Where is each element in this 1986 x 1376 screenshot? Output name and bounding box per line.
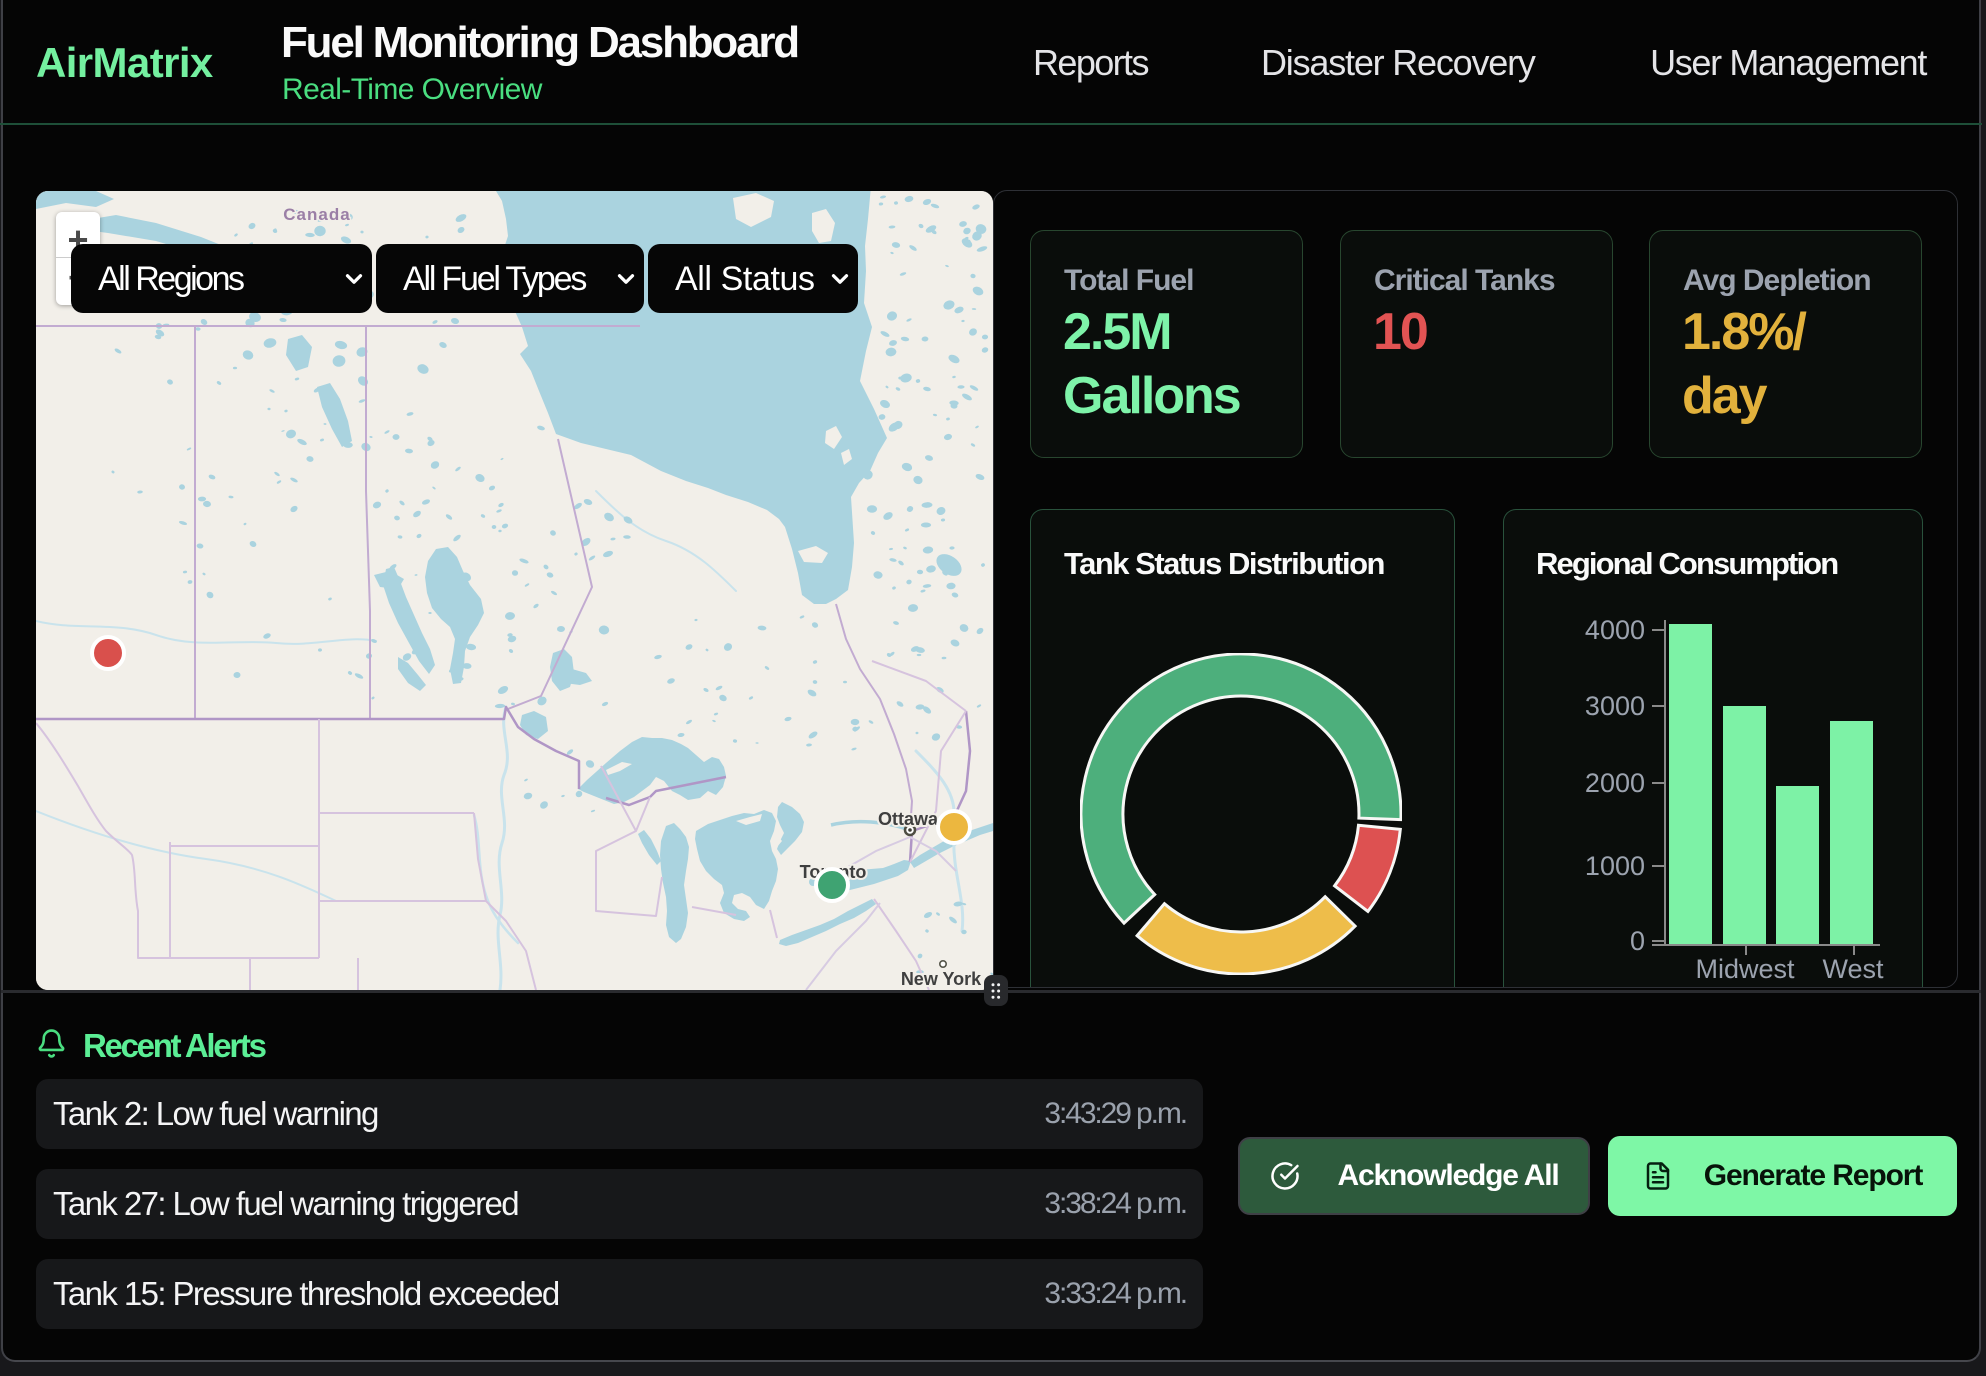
svg-text:Canada: Canada <box>283 205 350 224</box>
svg-text:Ottawa: Ottawa <box>878 809 939 829</box>
svg-text:New York: New York <box>901 969 982 989</box>
